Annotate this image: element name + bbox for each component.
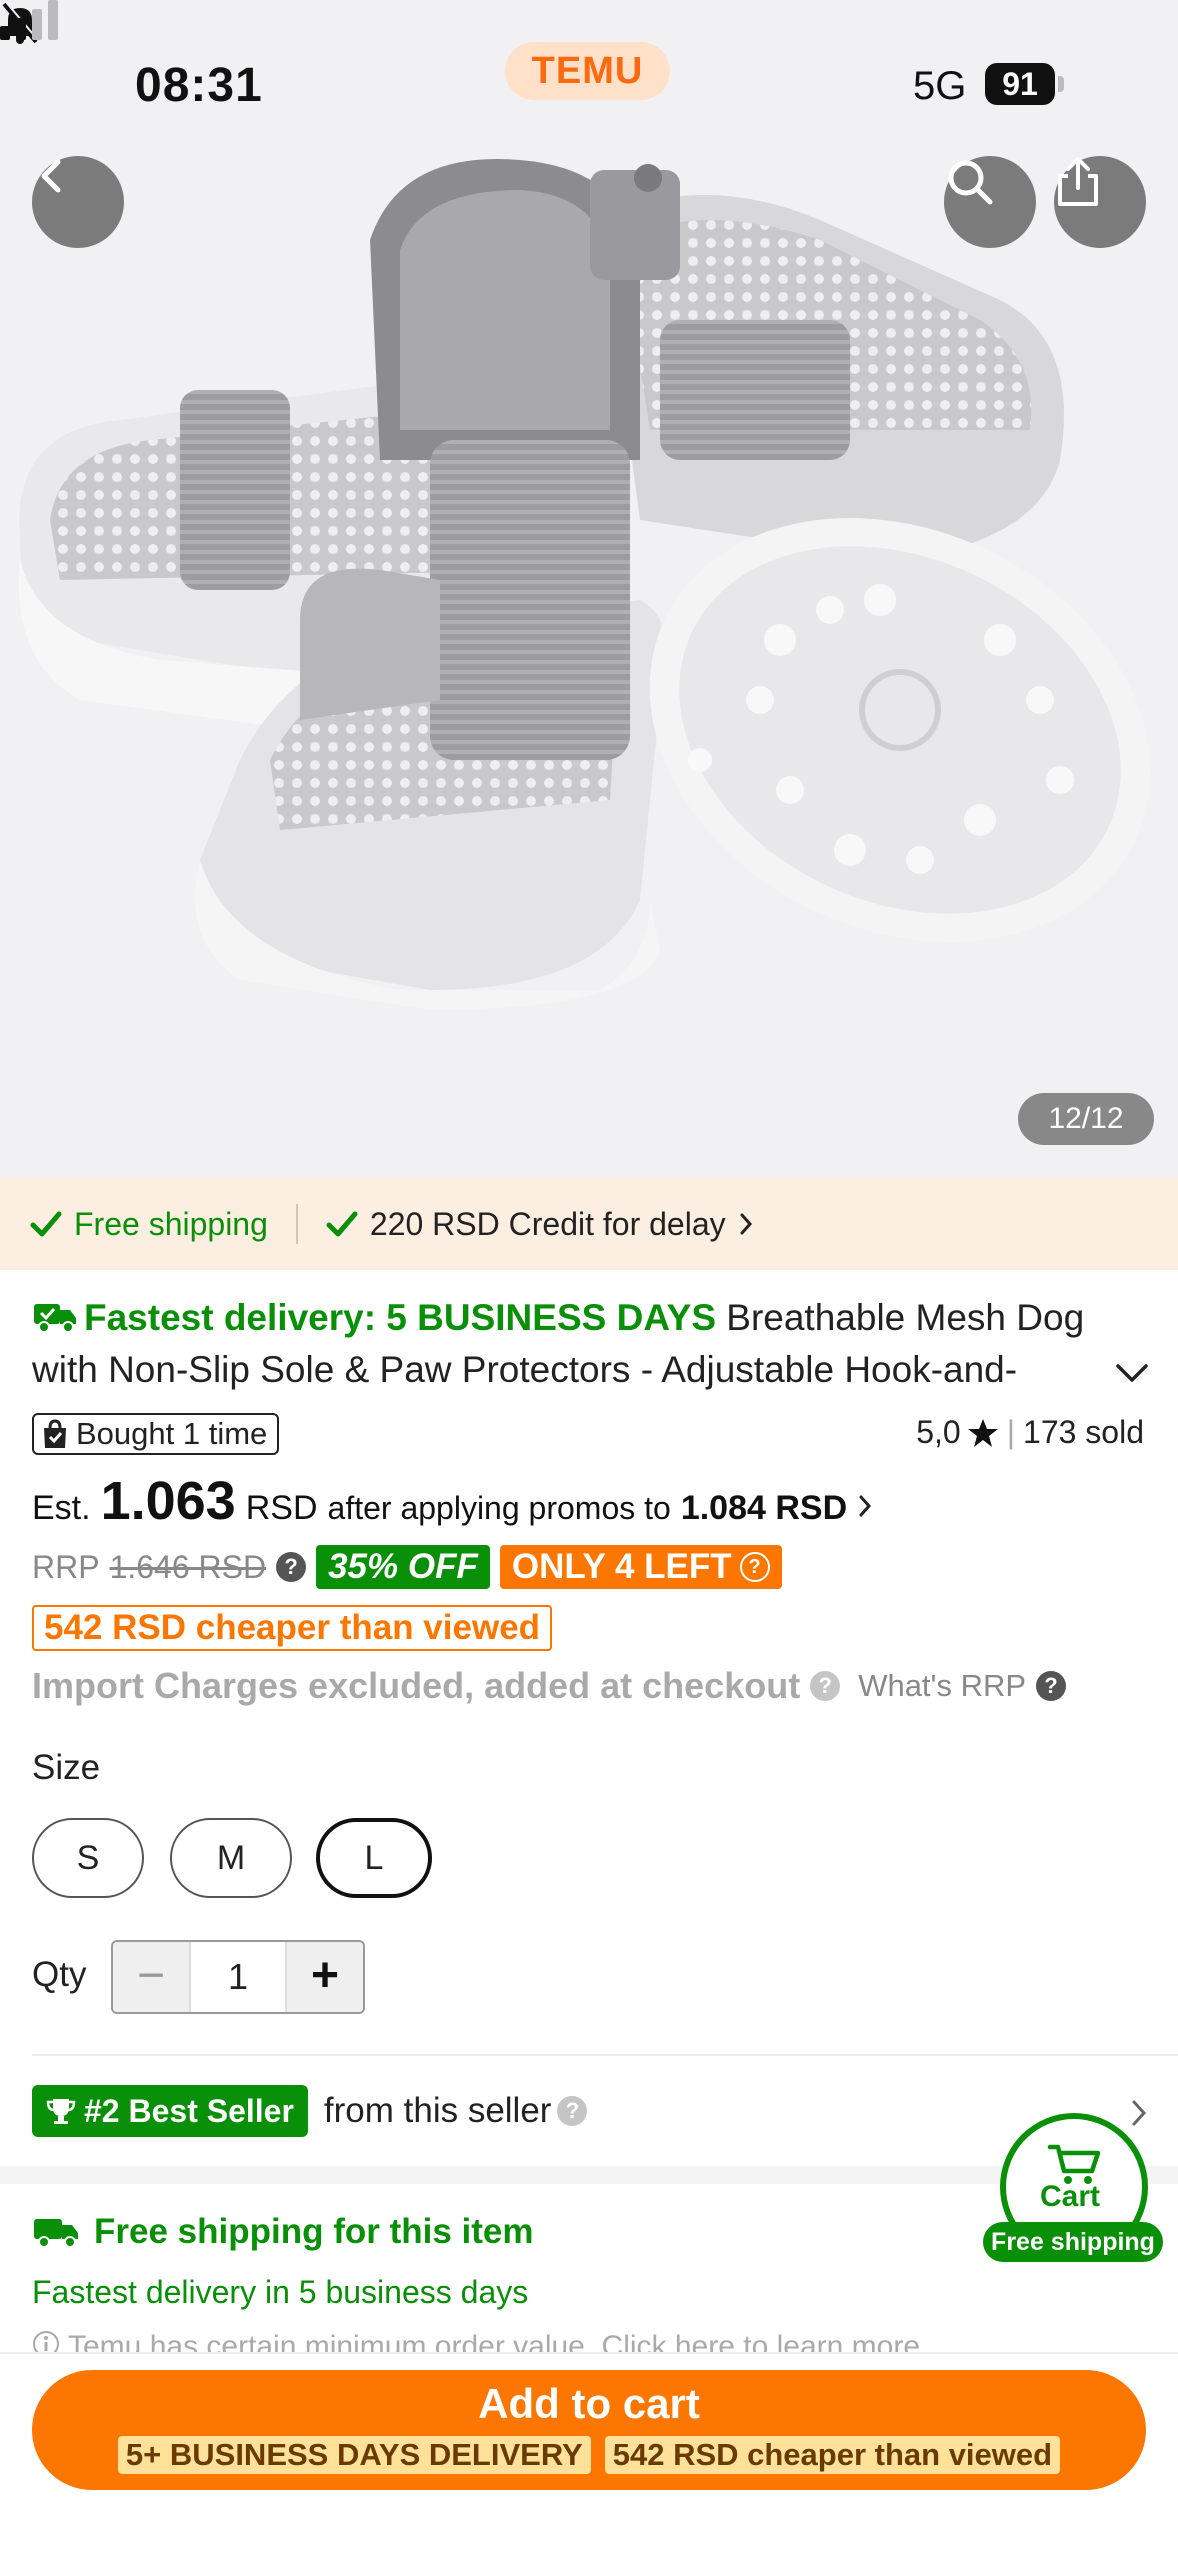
qty-label: Qty: [32, 1955, 87, 1994]
min-order-note-text: Temu has certain minimum order value. Cl…: [68, 2330, 920, 2354]
separator: |: [1006, 1414, 1016, 1450]
fastest-delivery-label: Fastest delivery: 5 BUSINESS DAYS: [84, 1297, 716, 1338]
signal-icon: [0, 0, 58, 40]
after-promo-text: after applying promos to: [327, 1490, 671, 1526]
best-seller-badge: #2 Best Seller: [32, 2085, 308, 2137]
promo-price: 1.084 RSD: [680, 1489, 848, 1527]
credit-label: 220 RSD Credit for delay: [369, 1205, 726, 1242]
chevron-left-icon: [41, 159, 61, 193]
share-icon: [1058, 157, 1098, 206]
rrp-value: 1.646 RSD: [109, 1548, 267, 1585]
shopping-bag-icon: [44, 1419, 66, 1448]
battery-icon: [1058, 76, 1064, 92]
status-time: 08:31: [135, 59, 263, 112]
add-to-cart-button[interactable]: Add to cart 5+ BUSINESS DAYS DELIVERY 54…: [32, 2370, 1146, 2490]
star-icon: [967, 1418, 998, 1447]
import-note: Import Charges excluded, added at checko…: [32, 1665, 801, 1706]
qty-value[interactable]: 1: [189, 1942, 287, 2012]
temu-logo: TEMU: [505, 42, 670, 100]
search-icon: [948, 160, 993, 205]
free-shipping-section[interactable]: Free shipping for this item: [32, 2212, 1146, 2252]
size-option-l[interactable]: L: [316, 1818, 432, 1898]
chevron-right-icon: [859, 1495, 872, 1517]
divider: [32, 2054, 1178, 2056]
currency: RSD: [245, 1489, 318, 1527]
network-type: 5G: [913, 64, 967, 108]
est-label: Est.: [32, 1489, 91, 1527]
size-label: Size: [32, 1748, 101, 1787]
best-seller-row[interactable]: #2 Best Seller from this seller ?: [32, 2085, 1146, 2137]
cheaper-badge: 542 RSD cheaper than viewed: [32, 1605, 553, 1651]
est-price: 1.063: [100, 1471, 236, 1531]
fastest-delivery-text: Fastest delivery in 5 business days: [32, 2274, 529, 2310]
cta-tags: 5+ BUSINESS DAYS DELIVERY 542 RSD cheape…: [32, 2436, 1146, 2474]
import-row: Import Charges excluded, added at checko…: [32, 1665, 1146, 1707]
divider: [295, 1204, 298, 1244]
free-shipping-item: Free shipping: [30, 1206, 268, 1243]
chevron-right-icon: [740, 1213, 752, 1235]
help-icon[interactable]: ?: [276, 1552, 307, 1582]
bought-badge: Bought 1 time: [32, 1413, 280, 1455]
share-button[interactable]: [1054, 156, 1146, 248]
checkmark-icon: [326, 1211, 358, 1237]
chevron-down-icon[interactable]: [1114, 1362, 1150, 1384]
cart-label: Cart: [1040, 2180, 1101, 2213]
checkmark-icon: [30, 1211, 62, 1237]
stock-label: ONLY 4 LEFT: [511, 1547, 732, 1586]
whats-rrp-link[interactable]: What's RRP: [858, 1668, 1026, 1704]
rrp-label: RRP: [32, 1548, 100, 1585]
quantity-stepper[interactable]: − 1 +: [111, 1940, 365, 2014]
add-to-cart-label: Add to cart: [478, 2380, 700, 2427]
cart-free-shipping-badge: Free shipping: [983, 2222, 1163, 2262]
product-image-gallery[interactable]: 08:31 TEMU 5G 91 12/12: [0, 0, 1178, 1178]
size-option-m[interactable]: M: [170, 1818, 292, 1898]
rrp-row: RRP 1.646 RSD ? 35% OFF ONLY 4 LEFT ?: [32, 1545, 1146, 1589]
best-seller-text: from this seller: [323, 2091, 552, 2130]
free-shipping-label: Free shipping: [74, 1205, 268, 1242]
help-icon: ?: [739, 1552, 770, 1582]
credit-for-delay-link[interactable]: 220 RSD Credit for delay: [326, 1206, 754, 1243]
help-icon[interactable]: ?: [557, 2096, 588, 2126]
product-title[interactable]: Fastest delivery: 5 BUSINESS DAYS Breath…: [32, 1292, 1146, 1396]
delivery-tag: 5+ BUSINESS DAYS DELIVERY: [117, 2436, 591, 2474]
back-button[interactable]: [32, 156, 124, 248]
free-shipping-title: Free shipping for this item: [94, 2212, 534, 2251]
rating-value: 5,0: [916, 1414, 961, 1450]
shipping-banner[interactable]: Free shipping 220 RSD Credit for delay: [0, 1178, 1178, 1270]
delivery-truck-icon: [34, 1304, 76, 1333]
qty-decrease-button[interactable]: −: [113, 1942, 189, 2012]
size-option-s[interactable]: S: [32, 1818, 144, 1898]
search-button[interactable]: [944, 156, 1036, 248]
delivery-truck-icon: [34, 2219, 78, 2248]
price-row[interactable]: Est. 1.063 RSD after applying promos to …: [32, 1470, 1146, 1532]
discount-badge: 35% OFF: [316, 1545, 490, 1589]
qty-increase-button[interactable]: +: [287, 1942, 363, 2012]
battery-level: 91: [985, 63, 1055, 105]
stock-badge[interactable]: ONLY 4 LEFT ?: [499, 1545, 782, 1589]
image-counter: 12/12: [1018, 1093, 1154, 1145]
help-icon[interactable]: ?: [810, 1671, 841, 1701]
sold-count: 173 sold: [1023, 1414, 1144, 1450]
bought-label: Bought 1 time: [76, 1416, 268, 1451]
trophy-icon: [46, 2099, 76, 2124]
rating-sold[interactable]: 5,0 | 173 sold: [916, 1414, 1144, 1451]
best-seller-label: #2 Best Seller: [84, 2093, 294, 2129]
chevron-right-icon[interactable]: [1130, 2098, 1148, 2128]
cheaper-tag: 542 RSD cheaper than viewed: [604, 2436, 1061, 2474]
help-icon[interactable]: ?: [1036, 1671, 1067, 1701]
info-icon: [33, 2331, 59, 2354]
min-order-note[interactable]: Temu has certain minimum order value. Cl…: [32, 2330, 1146, 2354]
